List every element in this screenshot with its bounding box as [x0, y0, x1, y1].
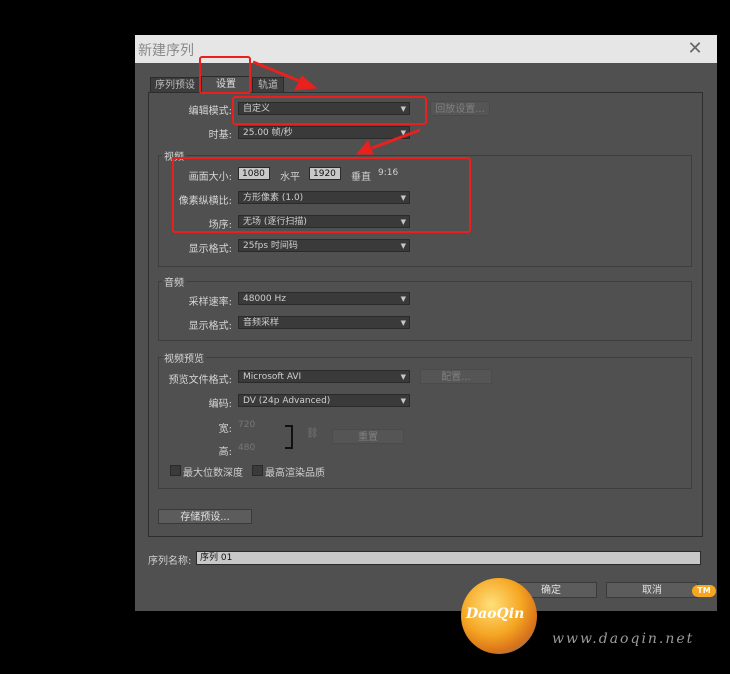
annotation-arrow-1 — [252, 60, 303, 84]
annotation-arrowhead-1 — [294, 75, 318, 91]
annotation-arrowhead-2 — [355, 140, 374, 155]
watermark-url: www.daoqin.net — [552, 631, 695, 647]
tm-badge: TM — [692, 585, 716, 597]
logo-text: DaoQin — [466, 606, 525, 622]
annotation-arrow-2 — [371, 128, 421, 150]
annotation-arrows — [252, 60, 421, 155]
